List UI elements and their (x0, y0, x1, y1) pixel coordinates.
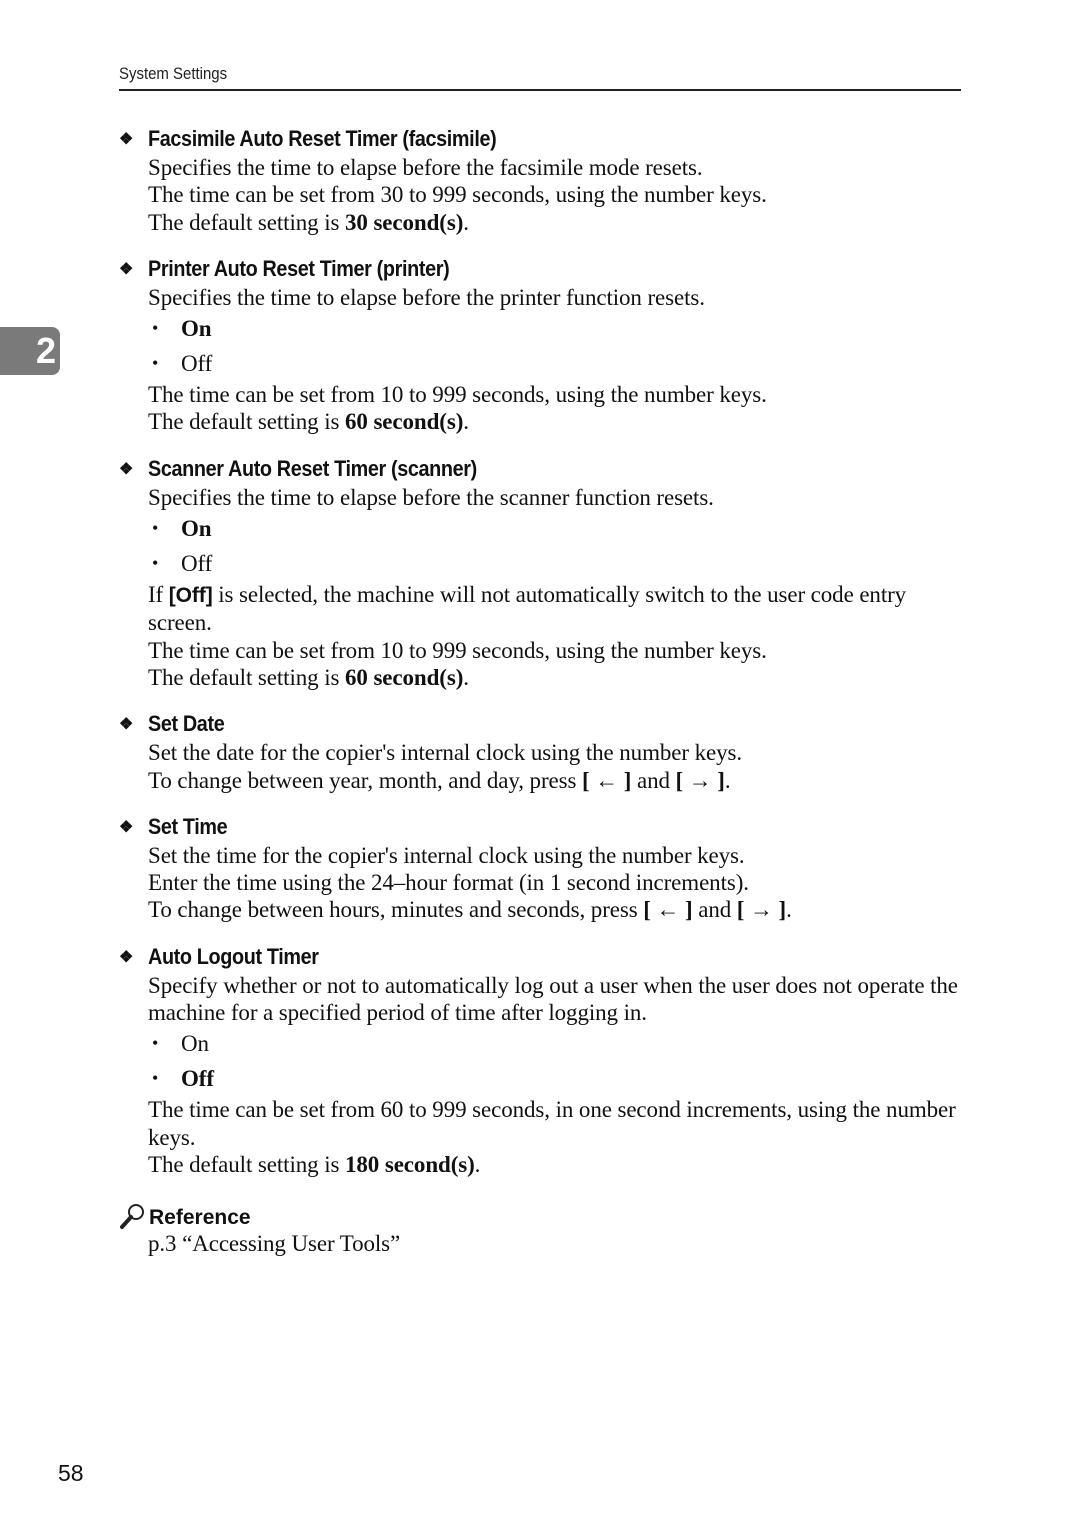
reference-title: Reference (149, 1206, 251, 1230)
note-suffix: is selected, the machine will not automa… (148, 582, 907, 636)
option-label: On (181, 316, 212, 342)
bullet-icon: • (152, 517, 159, 538)
default-value: 60 second(s) (345, 664, 464, 690)
section-title: Scanner Auto Reset Timer (scanner) (148, 455, 477, 481)
left-arrow-key: [ ← ] (643, 897, 693, 923)
nav-and: and (631, 767, 676, 793)
section-heading: ❖ Set Time (119, 812, 964, 842)
nav-suffix: . (786, 897, 792, 923)
default-prefix: The default setting is (148, 209, 345, 235)
section-set-time: ❖ Set Time Set the time for the copier's… (119, 812, 964, 924)
diamond-bullet-icon: ❖ (119, 948, 133, 966)
bullet-icon: • (152, 1068, 159, 1089)
chapter-tab: 2 (0, 327, 60, 375)
option-item: • On (148, 511, 964, 546)
default-suffix: . (474, 1151, 481, 1177)
header-rule (119, 89, 961, 91)
default-prefix: The default setting is (148, 664, 345, 690)
section-heading: ❖ Scanner Auto Reset Timer (scanner) (119, 454, 964, 484)
nav-prefix: To change between year, month, and day, … (148, 767, 582, 793)
section-facsimile-auto-reset-timer: ❖ Facsimile Auto Reset Timer (facsimile)… (119, 124, 964, 236)
section-printer-auto-reset-timer: ❖ Printer Auto Reset Timer (printer) Spe… (119, 254, 964, 436)
section-title: Facsimile Auto Reset Timer (facsimile) (148, 126, 497, 151)
page-number: 58 (58, 1460, 84, 1486)
section-title: Set Date (148, 711, 225, 737)
range-text: The time can be set from 30 to 999 secon… (148, 182, 767, 208)
section-heading: ❖ Set Date (119, 709, 964, 739)
reference-block: Reference p.3 “Accessing User Tools” (119, 1196, 964, 1257)
running-header: System Settings (119, 64, 228, 83)
nav-and: and (692, 897, 737, 923)
key-off-label: [Off] (168, 584, 213, 608)
diamond-bullet-icon: ❖ (119, 818, 133, 836)
right-arrow-key: [ → ] (736, 897, 787, 923)
diamond-bullet-icon: ❖ (119, 131, 133, 148)
section-description: Specify whether or not to automatically … (148, 972, 958, 1026)
left-arrow-key: [ ← ] (581, 767, 632, 793)
section-set-date: ❖ Set Date Set the date for the copier's… (119, 709, 964, 794)
reference-heading: Reference (119, 1196, 964, 1230)
default-setting: The default setting is 30 second(s). (148, 209, 964, 236)
default-suffix: . (463, 664, 469, 690)
default-suffix: . (463, 209, 469, 235)
section-title: Auto Logout Timer (148, 943, 319, 969)
right-arrow-key: [ → ] (675, 767, 725, 793)
diamond-bullet-icon: ❖ (119, 460, 133, 478)
section-title: Set Time (148, 813, 228, 839)
page-content: ❖ Facsimile Auto Reset Timer (facsimile)… (119, 124, 964, 1258)
section-description: Set the date for the copier's internal c… (148, 740, 742, 766)
nav-suffix: . (724, 767, 731, 793)
diamond-bullet-icon: ❖ (119, 260, 133, 278)
range-text: The time can be set from 60 to 999 secon… (148, 1097, 956, 1150)
section-description: Specifies the time to elapse before the … (148, 155, 703, 180)
section-description: Specifies the time to elapse before the … (148, 284, 705, 310)
magnifier-icon (120, 1204, 144, 1230)
default-prefix: The default setting is (148, 409, 345, 435)
bullet-icon: • (152, 353, 159, 374)
note-text: If [Off] is selected, the machine will n… (148, 581, 964, 637)
default-value: 180 second(s) (345, 1151, 475, 1177)
nav-prefix: To change between hours, minutes and sec… (148, 897, 644, 923)
section-heading: ❖ Facsimile Auto Reset Timer (facsimile) (119, 124, 964, 154)
option-item: • On (148, 1026, 964, 1061)
default-value: 30 second(s) (345, 209, 464, 235)
option-item: • On (148, 311, 964, 346)
range-text: The time can be set from 10 to 999 secon… (148, 637, 767, 663)
diamond-bullet-icon: ❖ (119, 716, 133, 734)
section-title: Printer Auto Reset Timer (printer) (148, 255, 450, 281)
reference-link[interactable]: p.3 “Accessing User Tools” (148, 1230, 964, 1257)
bullet-icon: • (152, 318, 159, 339)
section-heading: ❖ Printer Auto Reset Timer (printer) (119, 254, 964, 284)
format-text: Enter the time using the 24–hour format … (148, 870, 749, 896)
default-setting: The default setting is 60 second(s). (148, 408, 964, 435)
default-prefix: The default setting is (148, 1151, 345, 1177)
option-label: On (181, 1031, 209, 1057)
default-value: 60 second(s) (345, 409, 464, 435)
navigation-text: To change between year, month, and day, … (148, 767, 964, 794)
section-scanner-auto-reset-timer: ❖ Scanner Auto Reset Timer (scanner) Spe… (119, 454, 964, 691)
note-prefix: If (148, 582, 169, 608)
section-heading: ❖ Auto Logout Timer (119, 942, 964, 972)
option-label: On (181, 515, 212, 541)
default-setting: The default setting is 180 second(s). (148, 1151, 964, 1178)
default-setting: The default setting is 60 second(s). (148, 664, 964, 691)
range-text: The time can be set from 10 to 999 secon… (148, 382, 767, 408)
bullet-icon: • (152, 1033, 159, 1054)
bullet-icon: • (152, 552, 159, 573)
navigation-text: To change between hours, minutes and sec… (148, 896, 964, 923)
section-description: Specifies the time to elapse before the … (148, 484, 714, 510)
option-label: Off (181, 1066, 214, 1092)
option-item: • Off (148, 1061, 964, 1096)
default-suffix: . (463, 409, 469, 435)
option-item: • Off (148, 546, 964, 581)
section-description: Set the time for the copier's internal c… (148, 842, 745, 868)
section-auto-logout-timer: ❖ Auto Logout Timer Specify whether or n… (119, 942, 964, 1178)
option-item: • Off (148, 346, 964, 381)
option-label: Off (181, 351, 213, 377)
option-label: Off (181, 550, 213, 576)
